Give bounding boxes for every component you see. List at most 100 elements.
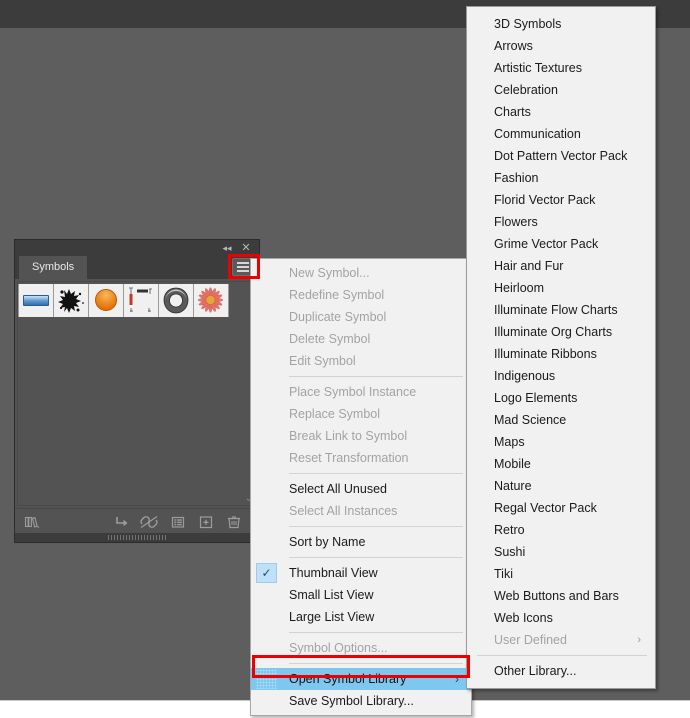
menu-item-label: Edit Symbol (289, 354, 356, 368)
menu-item-symbol-options: Symbol Options... (251, 637, 471, 659)
menu-item-gutter (256, 669, 277, 689)
place-symbol-instance-icon[interactable] (113, 513, 131, 531)
symbol-options-icon[interactable] (169, 513, 187, 531)
library-item-label: Retro (494, 523, 525, 537)
blue-gradient-bar-icon (23, 295, 49, 306)
symbol-libraries-menu-icon[interactable] (23, 513, 41, 531)
menu-item-label: Select All Unused (289, 482, 387, 496)
library-item-3d-symbols[interactable]: 3D Symbols (467, 13, 655, 35)
library-item-web-icons[interactable]: Web Icons (467, 607, 655, 629)
library-item-label: Nature (494, 479, 532, 493)
library-item-illuminate-org-charts[interactable]: Illuminate Org Charts (467, 321, 655, 343)
library-item-label: Regal Vector Pack (494, 501, 597, 515)
library-item-maps[interactable]: Maps (467, 431, 655, 453)
menu-separator (289, 663, 463, 664)
symbol-thumbnail-grey-ring[interactable] (159, 284, 194, 317)
library-item-label: User Defined (494, 633, 567, 647)
library-item-nature[interactable]: Nature (467, 475, 655, 497)
library-item-label: Indigenous (494, 369, 556, 383)
symbol-library-submenu: 3D Symbols Arrows Artistic Textures Celebra… (466, 6, 656, 689)
menu-item-large-list-view[interactable]: Large List View (251, 606, 471, 628)
library-item-sushi[interactable]: Sushi (467, 541, 655, 563)
menu-item-place-symbol-instance: Place Symbol Instance (251, 381, 471, 403)
library-item-heirloom[interactable]: Heirloom (467, 277, 655, 299)
symbol-thumbnail-ruler-guides[interactable] (124, 284, 159, 317)
library-item-label: Dot Pattern Vector Pack (494, 149, 628, 163)
menu-item-label: New Symbol... (289, 266, 370, 280)
menu-item-replace-symbol: Replace Symbol (251, 403, 471, 425)
menu-item-sort-by-name[interactable]: Sort by Name (251, 531, 471, 553)
gripper-dots-icon (108, 535, 166, 540)
library-item-charts[interactable]: Charts (467, 101, 655, 123)
break-link-to-symbol-icon[interactable] (139, 513, 158, 531)
library-item-mad-science[interactable]: Mad Science (467, 409, 655, 431)
close-panel-icon[interactable]: ✕ (239, 241, 253, 255)
panel-title-bar: ◂◂ ✕ (15, 240, 259, 256)
library-item-artistic-textures[interactable]: Artistic Textures (467, 57, 655, 79)
library-item-label: 3D Symbols (494, 17, 562, 31)
menu-item-break-link-to-symbol: Break Link to Symbol (251, 425, 471, 447)
symbol-thumbnail-ink-splat[interactable] (54, 284, 89, 317)
menu-item-label: Open Symbol Library (289, 672, 407, 686)
menu-item-edit-symbol: Edit Symbol (251, 350, 471, 372)
menu-item-label: Delete Symbol (289, 332, 371, 346)
symbol-thumbnail-orange-sphere[interactable] (89, 284, 124, 317)
menu-item-new-symbol: New Symbol... (251, 262, 471, 284)
delete-symbol-icon[interactable] (225, 513, 243, 531)
menu-item-label: Symbol Options... (289, 641, 388, 655)
library-item-illuminate-flow-charts[interactable]: Illuminate Flow Charts (467, 299, 655, 321)
library-item-flowers[interactable]: Flowers (467, 211, 655, 233)
library-item-label: Web Buttons and Bars (494, 589, 619, 603)
menu-item-label: Reset Transformation (289, 451, 409, 465)
menu-item-thumbnail-view[interactable]: ✓ Thumbnail View (251, 562, 471, 584)
library-item-label: Mad Science (494, 413, 567, 427)
menu-item-select-all-instances: Select All Instances (251, 500, 471, 522)
menu-item-save-symbol-library[interactable]: Save Symbol Library... (251, 690, 471, 712)
menu-item-label: Small List View (289, 588, 374, 602)
panel-resize-gripper[interactable] (15, 533, 259, 542)
library-item-label: Florid Vector Pack (494, 193, 596, 207)
library-item-hair-and-fur[interactable]: Hair and Fur (467, 255, 655, 277)
library-item-label: Flowers (494, 215, 538, 229)
menu-item-label: Sort by Name (289, 535, 366, 549)
library-item-label: Mobile (494, 457, 531, 471)
library-item-retro[interactable]: Retro (467, 519, 655, 541)
menu-separator (289, 557, 463, 558)
new-symbol-icon[interactable] (197, 513, 215, 531)
library-item-arrows[interactable]: Arrows (467, 35, 655, 57)
library-item-regal-vector-pack[interactable]: Regal Vector Pack (467, 497, 655, 519)
library-item-label: Logo Elements (494, 391, 578, 405)
library-item-label: Other Library... (494, 664, 577, 678)
collapse-panel-icon[interactable]: ◂◂ (220, 241, 234, 255)
library-item-label: Illuminate Flow Charts (494, 303, 618, 317)
library-item-label: Sushi (494, 545, 526, 559)
library-item-tiki[interactable]: Tiki (467, 563, 655, 585)
menu-item-label: Large List View (289, 610, 375, 624)
library-item-label: Communication (494, 127, 581, 141)
library-item-florid-vector-pack[interactable]: Florid Vector Pack (467, 189, 655, 211)
library-item-logo-elements[interactable]: Logo Elements (467, 387, 655, 409)
library-item-dot-pattern-vector-pack[interactable]: Dot Pattern Vector Pack (467, 145, 655, 167)
symbols-panel: ◂◂ ✕ Symbols ⌄ (15, 240, 259, 542)
library-item-label: Tiki (494, 567, 513, 581)
library-item-fashion[interactable]: Fashion (467, 167, 655, 189)
menu-item-open-symbol-library[interactable]: Open Symbol Library › (251, 668, 471, 690)
menu-item-small-list-view[interactable]: Small List View (251, 584, 471, 606)
symbol-thumbnail-grid (18, 284, 229, 317)
library-item-indigenous[interactable]: Indigenous (467, 365, 655, 387)
library-item-grime-vector-pack[interactable]: Grime Vector Pack (467, 233, 655, 255)
library-item-illuminate-ribbons[interactable]: Illuminate Ribbons (467, 343, 655, 365)
library-item-communication[interactable]: Communication (467, 123, 655, 145)
library-item-celebration[interactable]: Celebration (467, 79, 655, 101)
submenu-separator (477, 655, 647, 656)
symbol-thumbnail-blue-gradient-bar[interactable] (18, 284, 54, 317)
library-item-web-buttons-and-bars[interactable]: Web Buttons and Bars (467, 585, 655, 607)
orange-sphere-icon (95, 289, 117, 311)
library-item-other-library[interactable]: Other Library... (467, 660, 655, 682)
menu-item-select-all-unused[interactable]: Select All Unused (251, 478, 471, 500)
checkmark-icon: ✓ (256, 563, 277, 583)
tab-symbols[interactable]: Symbols (19, 256, 88, 279)
symbol-thumbnail-red-daisy[interactable] (194, 284, 229, 317)
library-item-mobile[interactable]: Mobile (467, 453, 655, 475)
library-item-label: Heirloom (494, 281, 545, 295)
